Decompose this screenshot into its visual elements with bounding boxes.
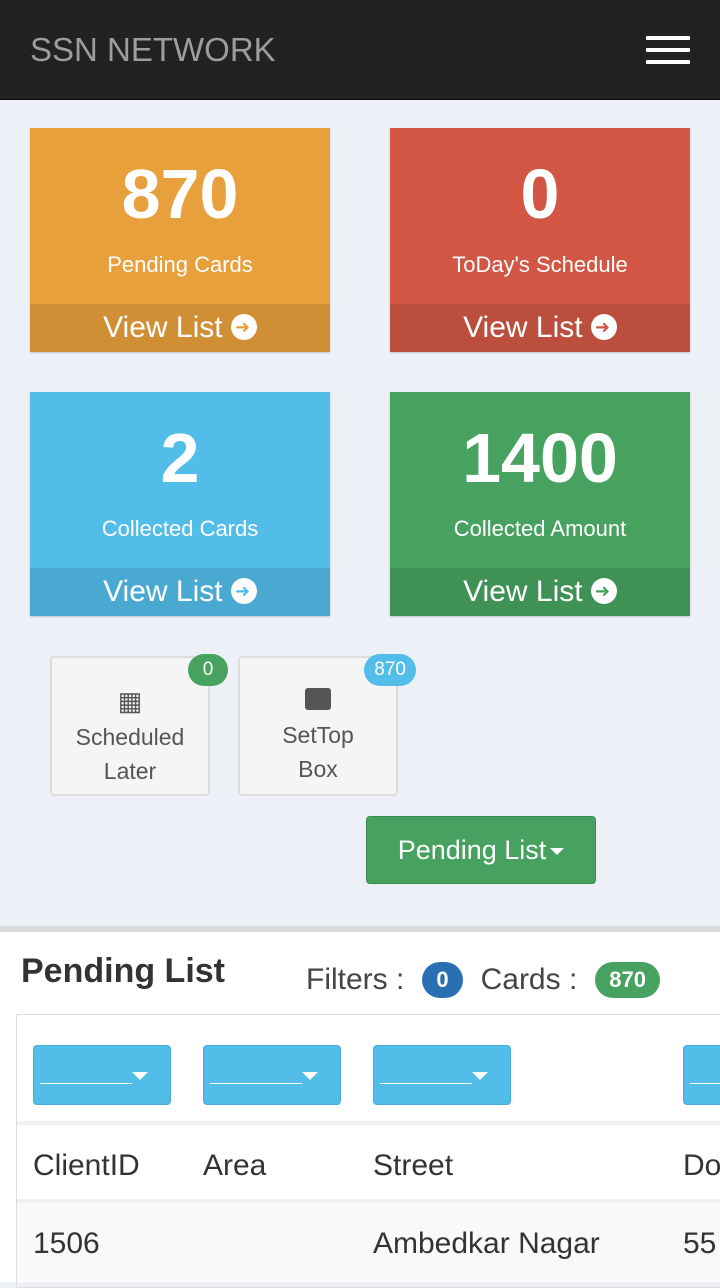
filter-dropdown-clientid[interactable] <box>33 1045 171 1105</box>
filter-dropdown-street[interactable] <box>373 1045 511 1105</box>
calendar-icon: ▦ <box>117 686 143 716</box>
tile-collected-amount: 1400 Collected Amount View List <box>390 392 690 616</box>
scheduled-later-button[interactable]: 0 ▦ Scheduled Later <box>50 654 228 796</box>
tile-label: Pending Cards <box>107 252 253 277</box>
inbox-icon <box>305 688 331 710</box>
column-header[interactable]: Do <box>683 1149 720 1183</box>
view-list-link[interactable]: View List <box>390 304 690 352</box>
hamburger-icon[interactable] <box>646 35 690 64</box>
tile-value: 0 <box>520 155 560 233</box>
shortcut-label: Later <box>103 758 157 784</box>
panel-title: Pending List <box>21 952 225 990</box>
filter-dropdown-area[interactable] <box>203 1045 341 1105</box>
tile-value: 2 <box>160 419 200 497</box>
table-header-row: ClientID Area Street Do <box>17 1121 720 1203</box>
tile-pending-cards: 870 Pending Cards View List <box>30 128 330 352</box>
pending-table: ClientID Area Street Do 1506 Ambedkar Na… <box>16 1014 720 1288</box>
view-list-label: View List <box>463 575 583 608</box>
filters-label: Filters : <box>306 963 405 996</box>
navbar: SSN NETWORK <box>0 0 720 100</box>
shortcut-label: Scheduled <box>75 724 185 750</box>
settop-box-button[interactable]: 870 SetTop Box <box>238 654 416 796</box>
dropdown-label: Pending List <box>397 835 547 865</box>
view-list-link[interactable]: View List <box>30 568 330 616</box>
cards-label: Cards : <box>480 963 578 996</box>
count-badge: 0 <box>188 654 228 686</box>
caret-down-icon <box>550 848 565 856</box>
column-header[interactable]: Street <box>373 1149 453 1183</box>
tile-label: Collected Cards <box>101 516 259 541</box>
arrow-circle-right-icon <box>230 568 257 614</box>
arrow-circle-right-icon <box>590 568 617 614</box>
tile-label: ToDay's Schedule <box>452 252 628 277</box>
tile-collected-cards: 2 Collected Cards View List <box>30 392 330 616</box>
table-row[interactable]: 1506 Ambedkar Nagar 55 <box>17 1199 720 1281</box>
view-list-label: View List <box>103 575 223 608</box>
view-list-link[interactable]: View List <box>390 568 690 616</box>
column-header[interactable]: Area <box>203 1149 266 1183</box>
pending-list-panel: Pending List Filters : 0 Cards : 870 Cli… <box>0 926 720 1288</box>
view-list-link[interactable]: View List <box>30 304 330 352</box>
cell-4: 55 <box>683 1227 717 1260</box>
cell-street: Ambedkar Nagar <box>373 1227 600 1260</box>
arrow-circle-right-icon <box>230 304 257 350</box>
brand[interactable]: SSN NETWORK <box>30 31 276 69</box>
cell-clientid: 1506 <box>33 1227 100 1260</box>
shortcut-label: SetTop <box>282 722 354 748</box>
tile-value: 1400 <box>462 419 618 497</box>
tile-todays-schedule: 0 ToDay's Schedule View List <box>390 128 690 352</box>
filter-dropdown-4[interactable] <box>683 1045 720 1105</box>
tile-label: Collected Amount <box>453 516 627 541</box>
cards-count-badge: 870 <box>595 962 661 998</box>
view-list-label: View List <box>463 311 583 344</box>
shortcut-label: Box <box>298 756 338 782</box>
tile-value: 870 <box>121 155 239 233</box>
column-header[interactable]: ClientID <box>33 1149 140 1183</box>
pending-list-dropdown[interactable]: Pending List <box>366 816 596 884</box>
filters-count-badge: 0 <box>422 962 463 998</box>
view-list-label: View List <box>103 311 223 344</box>
count-badge: 870 <box>364 654 416 686</box>
arrow-circle-right-icon <box>590 304 617 350</box>
